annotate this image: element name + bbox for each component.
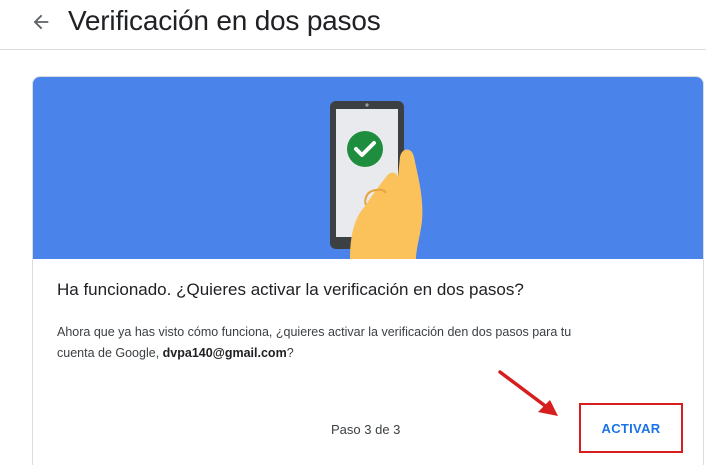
illustration-banner — [33, 77, 703, 259]
phone-check-icon — [330, 101, 423, 259]
page-title: Verificación en dos pasos — [68, 5, 381, 36]
arrow-left-icon[interactable] — [30, 11, 52, 33]
confirmation-card: Ha funcionado. ¿Quieres activar la verif… — [32, 76, 704, 465]
step-indicator: Paso 3 de 3 — [331, 422, 401, 437]
description-line1: Ahora que ya has visto cómo funciona, ¿q… — [57, 325, 572, 339]
page: Verificación en dos pasos Ha funcionado.… — [0, 0, 706, 465]
red-arrow-icon — [498, 370, 558, 416]
activate-button[interactable]: ACTIVAR — [591, 412, 671, 444]
description-suffix: ? — [286, 346, 294, 360]
description-prefix: cuenta de Google, — [57, 346, 163, 360]
card-description: Ahora que ya has visto cómo funciona, ¿q… — [57, 322, 667, 364]
card-heading: Ha funcionado. ¿Quieres activar la verif… — [57, 280, 524, 299]
page-header: Verificación en dos pasos — [0, 0, 706, 50]
account-email: dvpa140@gmail.com — [162, 346, 287, 360]
